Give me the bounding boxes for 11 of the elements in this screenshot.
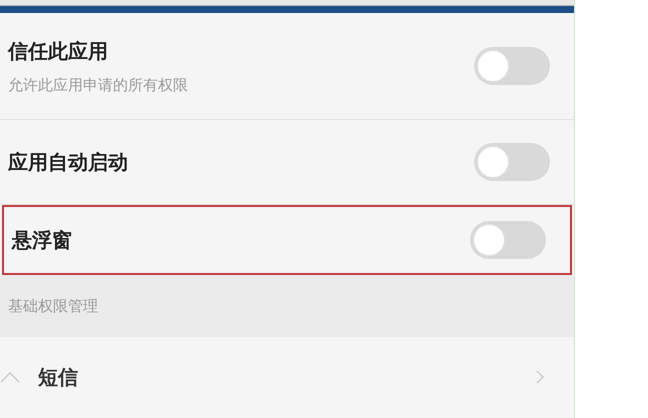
section-header: 基础权限管理 <box>0 275 574 337</box>
chevron-right-icon <box>536 370 544 384</box>
chevron-up-icon <box>0 371 20 383</box>
setting-title: 信任此应用 <box>8 38 109 65</box>
toggle-switch[interactable] <box>474 143 550 181</box>
setting-description: 允许此应用申请的所有权限 <box>8 74 188 96</box>
toggle-switch[interactable] <box>470 221 546 259</box>
toggle-switch[interactable] <box>474 47 550 85</box>
setting-title: 悬浮窗 <box>12 227 72 254</box>
permission-title[interactable]: 短信 <box>38 362 78 392</box>
setting-title: 应用自动启动 <box>8 149 128 176</box>
